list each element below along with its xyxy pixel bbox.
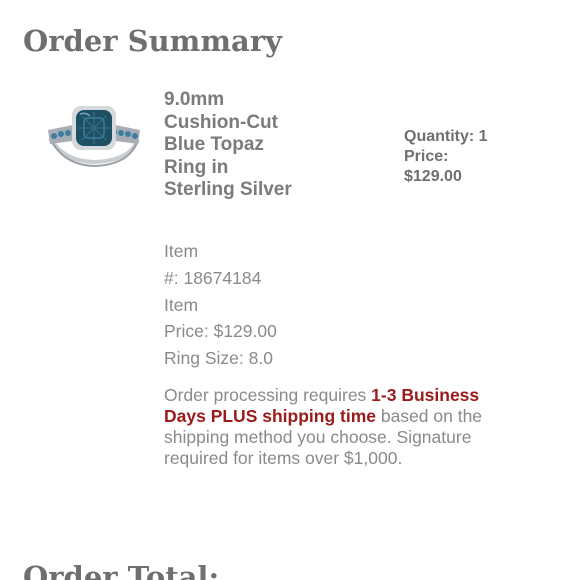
item-number-label: Item [164,241,199,261]
product-details: Item #: 18674184 Item Price: $129.00 Rin… [164,238,324,372]
quantity-label: Quantity: 1 [404,128,488,145]
quantity-price-block: Quantity: 1 Price: $129.00 [404,127,534,187]
price-value: $129.00 [404,168,462,185]
product-image[interactable] [44,100,144,170]
ring-size: Ring Size: 8.0 [164,348,273,369]
processing-notice: Order processing requires 1-3 Business D… [164,385,499,469]
ring-icon [48,106,140,168]
product-name[interactable]: 9.0mm Cushion-Cut Blue Topaz Ring in Ste… [164,89,294,202]
item-number: #: 18674184 [164,267,262,288]
notice-prefix: Order processing requires [164,385,372,405]
order-total-title: Order Total: [23,560,220,580]
item-price-label: Item [164,294,199,315]
price-label: Price: [404,148,449,165]
item-price: Price: $129.00 [164,321,277,342]
page-title: Order Summary [23,24,282,58]
